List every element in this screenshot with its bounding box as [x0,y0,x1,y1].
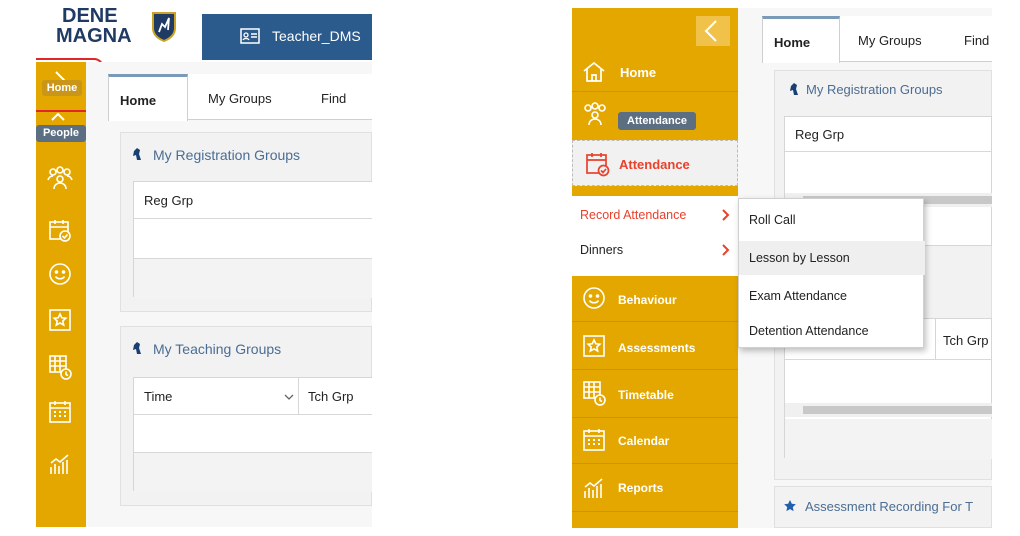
flyout-lesson-by-lesson[interactable]: Lesson by Lesson [739,241,925,275]
assessment-recording-panel: Assessment Recording For T [774,486,992,528]
tab-find[interactable]: Find [321,91,346,106]
reg-groups-icon [788,82,800,96]
horizontal-scrollbar[interactable] [785,403,992,417]
smiley-icon [582,286,606,310]
id-card-icon [240,28,260,44]
tch-grp-column-header[interactable]: Tch Grp [943,333,989,348]
nav-reports[interactable]: Reports [572,464,738,512]
dinners-label: Dinners [580,243,624,257]
up-chevron-icon [50,112,66,122]
calendar-check-icon [585,151,611,177]
nav-calendar[interactable]: Calendar [572,418,738,464]
people-tooltip: People [36,125,86,142]
tch-grp-column-header[interactable]: Tch Grp [308,389,354,404]
school-logo[interactable]: DENE MAGNA [40,2,200,62]
table-footer [785,419,992,459]
reg-grp-column-header[interactable]: Reg Grp [795,127,844,142]
table-footer [134,259,372,298]
teaching-groups-icon [131,341,143,355]
nav-behaviour-label: Behaviour [618,293,677,307]
timetable-icon[interactable] [48,354,72,380]
flyout-exam-attendance[interactable]: Exam Attendance [739,279,925,313]
sort-chevron-icon[interactable] [284,394,294,400]
nav-home-label: Home [620,65,657,80]
nav-assessments[interactable]: Assessments [572,322,738,370]
nav-behaviour[interactable]: Behaviour [572,276,738,322]
assessment-title: Assessment Recording For T [805,499,974,514]
submenu-record-attendance[interactable]: Record Attendance [572,198,738,232]
calendar-icon [582,428,606,452]
flyout-detention-attendance[interactable]: Detention Attendance [739,315,925,347]
tab-home-label: Home [120,93,157,108]
calendar-icon[interactable] [48,400,72,424]
tab-home[interactable]: Home [762,16,840,63]
roll-call-label: Roll Call [749,213,796,227]
reg-groups-icon [131,147,143,161]
chart-icon[interactable] [48,452,72,476]
record-attendance-flyout: Roll Call Lesson by Lesson Exam Attendan… [738,198,925,348]
nav-attendance-label: Attendance [619,157,690,172]
exam-attendance-label: Exam Attendance [749,289,847,303]
star-icon [783,499,797,513]
user-name[interactable]: Teacher_DMS [272,28,361,44]
time-column-header[interactable]: Time [144,389,172,404]
people-icon[interactable] [582,102,608,126]
timetable-icon [582,380,606,406]
submenu-dinners[interactable]: Dinners [572,234,738,268]
crest-icon [152,12,176,42]
tab-my-groups[interactable]: My Groups [858,33,922,48]
nav-reports-label: Reports [618,481,664,495]
chart-icon [582,476,606,500]
attendance-icon[interactable] [48,218,72,242]
chevron-right-icon [722,209,730,221]
nav-calendar-label: Calendar [618,434,670,448]
teaching-groups-panel: My Teaching Groups Time Tch Grp [120,326,372,506]
detention-attendance-label: Detention Attendance [749,324,869,338]
reg-grp-column-header[interactable]: Reg Grp [144,193,193,208]
star-box-icon[interactable] [48,308,72,332]
lesson-by-lesson-label: Lesson by Lesson [749,251,850,265]
attendance-submenu: Record Attendance Dinners [572,196,738,276]
nav-home[interactable]: Home [572,52,738,92]
nav-attendance[interactable]: Attendance [572,140,738,186]
attendance-tooltip: Attendance [618,112,696,130]
nav-assessments-label: Assessments [618,341,696,355]
logo-text-line1: DENE [62,5,118,27]
table-footer [134,453,372,492]
teaching-groups-table: Time Tch Grp [133,377,372,492]
tab-my-groups[interactable]: My Groups [208,91,272,106]
people-icon[interactable] [47,166,73,190]
reg-groups-title: My Registration Groups [153,147,301,163]
nav-timetable-label: Timetable [618,388,674,402]
logo-text-line2: MAGNA [56,25,132,47]
record-attendance-label: Record Attendance [580,208,687,222]
reg-groups-table: Reg Grp [133,181,372,298]
nav-timetable[interactable]: Timetable [572,370,738,418]
star-box-icon [582,334,606,358]
teaching-groups-title: My Teaching Groups [153,341,282,357]
reg-groups-title: My Registration Groups [806,82,943,97]
tab-find[interactable]: Find [964,33,989,48]
right-screenshot: Home My Groups Find My Registration Grou… [572,8,992,528]
flyout-roll-call[interactable]: Roll Call [739,201,925,237]
chevron-right-icon [722,244,730,256]
tab-home[interactable]: Home [108,74,188,121]
registration-groups-panel: My Registration Groups Reg Grp [120,132,372,312]
user-bar: Teacher_DMS [202,14,372,60]
left-screenshot: DENE MAGNA Teacher_DMS Home People Home … [36,0,372,527]
smiley-icon[interactable] [48,262,72,286]
tab-home-label: Home [774,35,811,50]
home-icon [582,60,606,84]
collapse-sidebar-button[interactable] [696,16,730,46]
